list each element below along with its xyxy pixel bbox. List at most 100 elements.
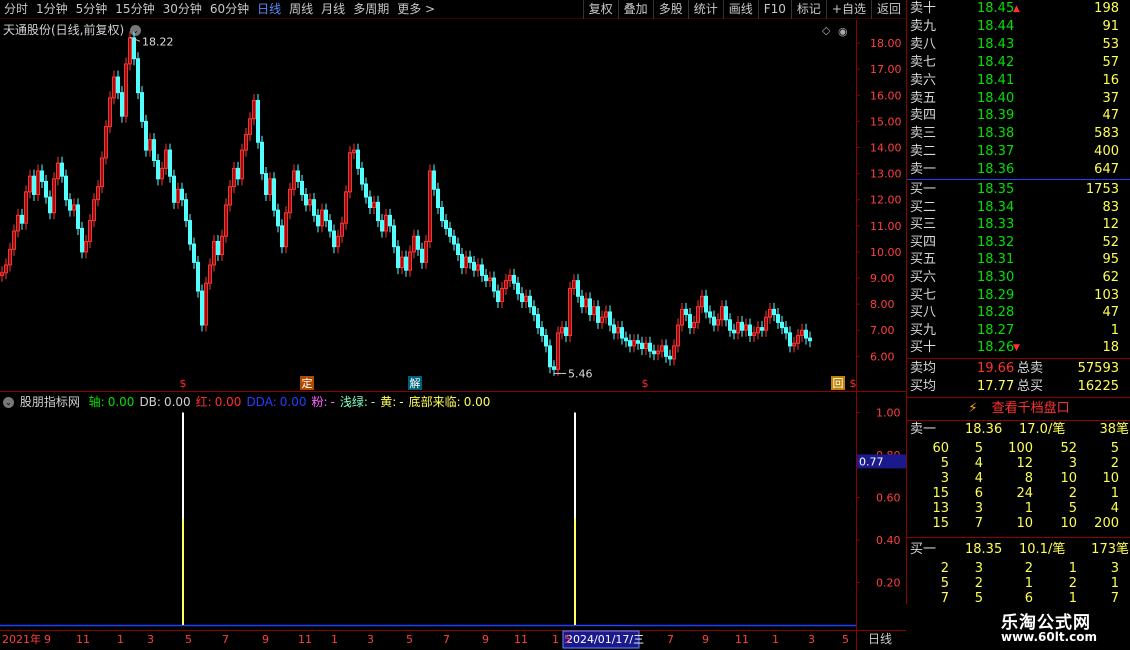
queue-per: 17.0/笔 [1019,422,1066,437]
queue-cell: 2 [1068,486,1077,501]
candle-body [712,316,716,326]
tool-button-7[interactable]: +自选 [825,0,871,19]
candle-body [436,188,440,209]
candle-body [588,298,592,316]
orderbook-row[interactable]: 卖六 18.41 16 [907,72,1130,90]
candle-body [688,314,692,329]
candle-body [540,327,544,336]
candle-body [808,337,812,342]
queue-header[interactable]: 卖一 18.36 17.0/笔 38笔 [907,421,1130,439]
orderbook-row[interactable]: 买五 18.31 95 [907,251,1130,269]
level-qty: 198 [1094,1,1119,16]
queue-cell: 1 [1024,501,1033,516]
orderbook-row[interactable]: 卖十 18.45 198 ▲ [907,0,1130,18]
candle-body [636,340,640,344]
level-qty: 47 [1102,305,1119,321]
queue-cell: 6 [974,486,983,501]
orderbook-row[interactable]: 买二 18.34 83 [907,199,1130,217]
period-tab-6[interactable]: 日线 [253,0,285,19]
tool-button-4[interactable]: 画线 [722,0,758,19]
candle-body [44,180,48,198]
event-marker[interactable]: $ [850,377,857,390]
candle-body [20,214,24,224]
orderbook-row[interactable]: 卖三 18.38 583 [907,125,1130,143]
candle-body [516,282,520,295]
candle-body [652,350,656,355]
settings-circle-icon[interactable]: ◉ [838,25,848,38]
orderbook-row[interactable]: 卖二 18.37 400 [907,143,1130,161]
candle-body [280,225,284,248]
diamond-icon[interactable]: ◇ [822,24,831,37]
period-tab-4[interactable]: 30分钟 [159,0,206,19]
candle-body [324,209,328,222]
event-marker[interactable]: 定 [302,376,313,390]
orderbook-row[interactable]: 卖一 18.36 647 [907,161,1130,179]
kline-chart[interactable]: 18.00 17.00 16.00 15.00 14.00 13.00 12.00 11.00… [0,20,906,392]
period-tab-1[interactable]: 1分钟 [32,0,72,19]
tool-button-1[interactable]: 叠加 [617,0,653,19]
queue-cell: 100 [1008,441,1033,456]
level-price: 18.30 [977,270,1015,285]
event-marker[interactable]: $ [180,377,187,390]
queue-cell: 2 [1024,561,1033,576]
orderbook-row[interactable]: 买一 18.35 1753 [907,181,1130,199]
full-depth-button[interactable]: ⚡ 查看千档盘口 [907,399,1130,419]
candle-body [356,149,360,169]
period-tab-7[interactable]: 周线 [285,0,317,19]
level-label: 买十 [910,340,937,356]
period-tab-0[interactable]: 分时 [0,0,32,19]
candle-body [596,306,600,323]
price-tick-label: 6.00 [870,350,895,363]
orderbook-row[interactable]: 买三 18.33 12 [907,216,1130,234]
queue-header[interactable]: 买一 18.35 10.1/笔 173笔 [907,541,1130,559]
orderbook-row[interactable]: 卖五 18.40 37 [907,90,1130,108]
orderbook-row[interactable]: 买九 18.27 1 [907,322,1130,340]
date-tick-label: 9 [262,633,269,646]
candle-body [312,199,316,216]
candle-body [452,235,456,245]
queue-cell: 5 [1068,501,1077,516]
orderbook-row[interactable]: 买七 18.29 103 [907,287,1130,305]
tool-button-5[interactable]: F10 [757,0,791,19]
orderbook-row[interactable]: 买六 18.30 62 [907,269,1130,287]
date-tick-label: 5 [185,633,192,646]
orderbook-row[interactable]: 买四 18.32 52 [907,234,1130,252]
period-tab-10[interactable]: 更多 > [393,0,439,19]
period-tab-8[interactable]: 月线 [317,0,349,19]
tool-button-8[interactable]: 返回 [870,0,906,19]
tool-button-3[interactable]: 统计 [687,0,723,19]
candle-body [328,220,332,232]
tool-button-0[interactable]: 复权 [582,0,618,19]
tool-button-2[interactable]: 多股 [652,0,688,19]
indicator-chart[interactable]: 1.000.800.600.400.200.77 [0,392,906,630]
candle-body [196,261,200,292]
tool-button-6[interactable]: 标记 [790,0,826,19]
date-tick-label: 2021年 [2,632,41,646]
orderbook-row[interactable]: 卖四 18.39 47 [907,107,1130,125]
period-tab-5[interactable]: 60分钟 [206,0,253,19]
queue-cell: 13 [932,501,949,516]
level-qty: 52 [1102,234,1119,250]
event-marker[interactable]: 回 [833,377,844,390]
brand-url: www.60lt.com [1001,630,1098,644]
date-tick-label: 3 [808,633,815,646]
queue-cell: 3 [1068,456,1077,471]
orderbook-row[interactable]: 卖八 18.43 53 [907,36,1130,54]
event-marker[interactable]: 解 [410,376,421,390]
level-qty: 91 [1102,18,1119,34]
orderbook-row[interactable]: 买八 18.28 47 [907,304,1130,322]
orderbook-row[interactable]: 卖九 18.44 91 [907,18,1130,36]
total-label: 总买 [1017,379,1044,394]
queue-row: 2 3 2 1 3 [907,561,1130,576]
queue-label: 买一 [910,542,937,557]
orderbook-row[interactable]: 买十 18.26 18 ▼ [907,339,1130,357]
candle-body [200,290,204,326]
queue-cell: 15 [932,516,949,531]
price-tick-label: 14.00 [870,141,902,154]
event-marker[interactable]: $ [642,377,649,390]
period-tab-9[interactable]: 多周期 [349,0,393,19]
candle-body [492,277,496,292]
period-tab-2[interactable]: 5分钟 [72,0,112,19]
period-tab-3[interactable]: 15分钟 [111,0,158,19]
orderbook-row[interactable]: 卖七 18.42 57 [907,54,1130,72]
